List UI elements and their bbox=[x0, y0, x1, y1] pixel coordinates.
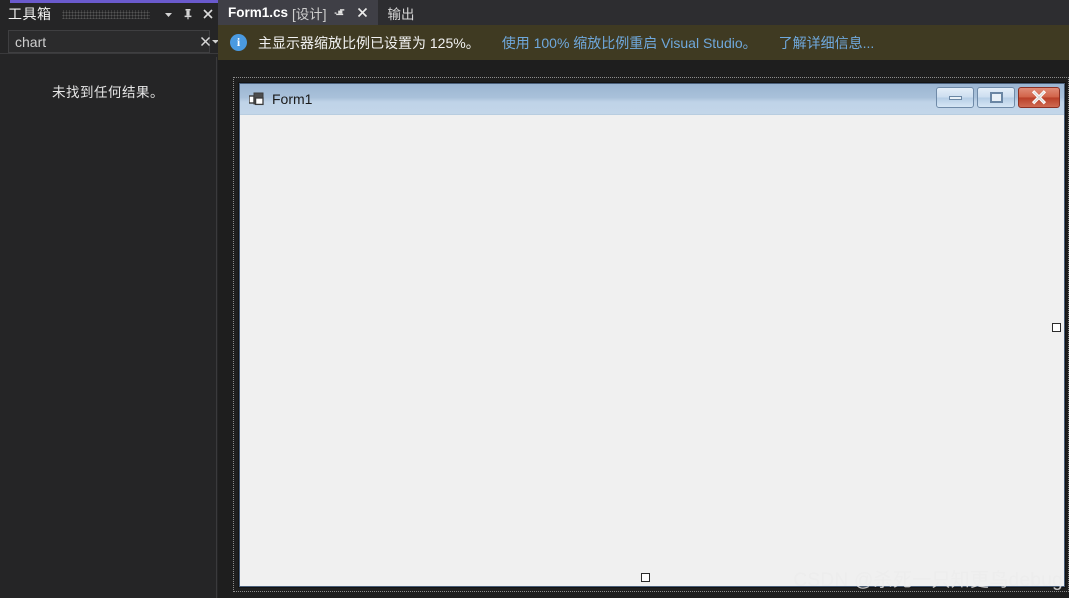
form-title-text: Form1 bbox=[272, 91, 313, 107]
info-bar: i 主显示器缩放比例已设置为 125%。 使用 100% 缩放比例重启 Visu… bbox=[218, 25, 1069, 60]
form-icon bbox=[248, 92, 265, 107]
toolbox-search-box[interactable] bbox=[8, 30, 219, 53]
pin-icon[interactable] bbox=[178, 4, 198, 24]
toolbox-panel: 工具箱 chart 未找到任何结果。 bbox=[0, 0, 219, 598]
close-icon[interactable] bbox=[354, 4, 371, 21]
minimize-button[interactable] bbox=[936, 87, 974, 108]
close-icon bbox=[1031, 90, 1047, 105]
info-icon: i bbox=[230, 34, 247, 51]
form-client-area[interactable] bbox=[240, 115, 1064, 586]
toolbox-title: 工具箱 bbox=[8, 6, 52, 22]
minimize-icon bbox=[948, 95, 962, 100]
close-icon[interactable] bbox=[198, 4, 218, 24]
tab-label-suffix: [设计] bbox=[292, 6, 327, 22]
clear-icon[interactable] bbox=[200, 31, 211, 52]
learn-more-link[interactable]: 了解详细信息... bbox=[779, 33, 875, 53]
maximize-icon bbox=[989, 92, 1003, 103]
toolbox-content: 未找到任何结果。 bbox=[0, 57, 217, 598]
toolbox-header: 工具箱 bbox=[0, 3, 218, 25]
tab-label: Form1.cs bbox=[228, 5, 289, 20]
form-caption-buttons bbox=[936, 87, 1060, 108]
info-bar-message: 主显示器缩放比例已设置为 125%。 bbox=[258, 34, 480, 51]
search-input[interactable] bbox=[9, 31, 200, 52]
empty-results-message: 未找到任何结果。 bbox=[52, 85, 164, 100]
tab-label: 输出 bbox=[387, 6, 415, 22]
divider bbox=[0, 53, 218, 54]
tab-output[interactable]: 输出 bbox=[377, 0, 422, 25]
pin-icon[interactable] bbox=[332, 4, 349, 21]
visual-studio-window: 工具箱 chart 未找到任何结果。 Form1.cs [设计] 输出 i 主显… bbox=[0, 0, 1069, 598]
form-designer-surface[interactable]: Form1 bbox=[218, 60, 1069, 598]
tab-form1-designer[interactable]: Form1.cs [设计] bbox=[218, 0, 378, 25]
drag-gripper-icon[interactable] bbox=[61, 9, 150, 19]
form-title-bar[interactable]: Form1 bbox=[240, 84, 1064, 115]
close-button[interactable] bbox=[1018, 87, 1060, 108]
resize-handle-bottom[interactable] bbox=[641, 573, 650, 582]
resize-handle-right[interactable] bbox=[1052, 323, 1061, 332]
restart-scaling-link[interactable]: 使用 100% 缩放比例重启 Visual Studio。 bbox=[502, 33, 757, 53]
form-window[interactable]: Form1 bbox=[239, 83, 1065, 587]
document-tab-strip: Form1.cs [设计] 输出 bbox=[218, 0, 1069, 25]
maximize-button[interactable] bbox=[977, 87, 1015, 108]
chevron-down-icon[interactable] bbox=[158, 4, 178, 24]
editor-area: Form1.cs [设计] 输出 i 主显示器缩放比例已设置为 125%。 使用… bbox=[218, 0, 1069, 598]
